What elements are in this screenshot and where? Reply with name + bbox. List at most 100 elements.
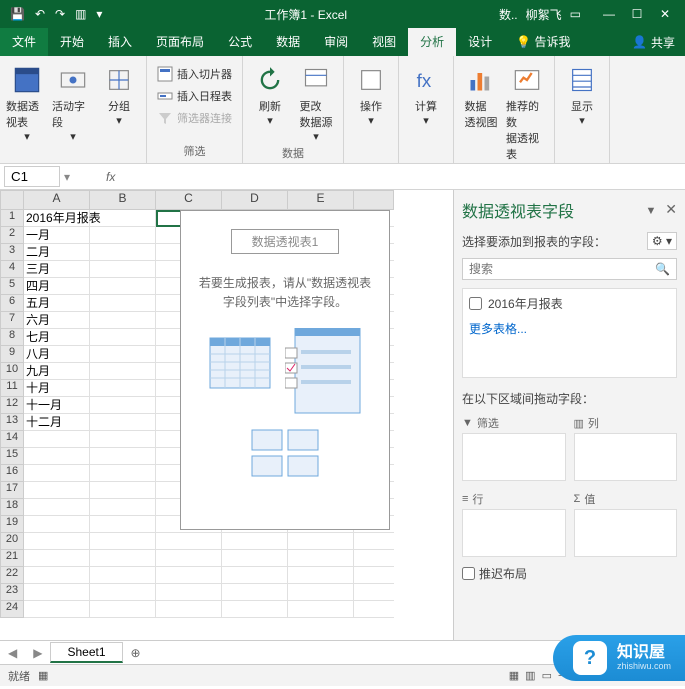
cell[interactable] [90,346,156,363]
maximize-button[interactable]: ☐ [625,7,649,21]
field-list[interactable]: 2016年月报表 更多表格... [462,288,677,378]
cell[interactable]: 八月 [24,346,90,363]
row-header[interactable]: 23 [0,584,24,601]
cell[interactable] [156,533,222,550]
rows-drop-area[interactable] [462,509,566,557]
pane-dropdown-icon[interactable]: ▼ [645,205,656,217]
cell[interactable] [90,533,156,550]
cell[interactable] [24,533,90,550]
cell[interactable] [24,499,90,516]
tab-nav-prev[interactable]: ◀ [0,646,25,660]
show-button[interactable]: 显示▾ [561,60,603,127]
row-header[interactable]: 18 [0,499,24,516]
row-header[interactable]: 7 [0,312,24,329]
cell[interactable]: 一月 [24,227,90,244]
row-header[interactable]: 10 [0,363,24,380]
tab-design[interactable]: 设计 [456,28,504,56]
cell[interactable]: 五月 [24,295,90,312]
cell[interactable] [156,550,222,567]
cell[interactable] [156,584,222,601]
insert-timeline-button[interactable]: 插入日程表 [153,86,236,106]
cell[interactable] [24,431,90,448]
redo-icon[interactable]: ↷ [55,7,65,21]
cell[interactable] [90,312,156,329]
minimize-button[interactable]: — [597,7,621,21]
insert-slicer-button[interactable]: 插入切片器 [153,64,236,84]
row-header[interactable]: 16 [0,465,24,482]
save-icon[interactable]: 💾 [10,7,25,21]
filter-connections-button[interactable]: 筛选器连接 [153,108,236,128]
search-icon[interactable]: 🔍 [655,262,670,276]
cell[interactable] [288,567,354,584]
field-checkbox[interactable] [469,297,482,310]
cell[interactable]: 三月 [24,261,90,278]
sheet-tab[interactable]: Sheet1 [50,642,122,663]
cell[interactable]: 七月 [24,329,90,346]
row-header[interactable]: 12 [0,397,24,414]
qat-more-icon[interactable]: ▾ [96,7,102,21]
row-header[interactable]: 6 [0,295,24,312]
row-header[interactable]: 20 [0,533,24,550]
cell[interactable] [90,431,156,448]
close-pane-button[interactable]: ✕ [665,201,677,217]
cell[interactable] [24,516,90,533]
recommended-pivot-button[interactable]: 推荐的数 据透视表 [506,60,548,162]
tab-insert[interactable]: 插入 [96,28,144,56]
cell[interactable] [90,550,156,567]
worksheet-grid[interactable]: A B C D E 12016年月报表2一月3二月4三月5四月6五月7六月8七月… [0,190,453,640]
field-item[interactable]: 2016年月报表 [469,295,670,312]
watermark-brand[interactable]: ? 知识屋 zhishiwu.com [553,635,685,681]
tab-review[interactable]: 审阅 [312,28,360,56]
tab-home[interactable]: 开始 [48,28,96,56]
cell[interactable]: 2016年月报表 [24,210,90,227]
view-layout-icon[interactable]: ▥ [525,669,535,682]
cell[interactable] [90,414,156,431]
cell[interactable] [222,533,288,550]
cell[interactable] [90,567,156,584]
tab-formula[interactable]: 公式 [216,28,264,56]
row-header[interactable]: 11 [0,380,24,397]
row-header[interactable]: 3 [0,244,24,261]
pivottable-button[interactable]: 数据透视表▾ [6,60,48,143]
tab-data[interactable]: 数据 [264,28,312,56]
cell[interactable]: 四月 [24,278,90,295]
active-field-button[interactable]: 活动字段▾ [52,60,94,143]
tab-view[interactable]: 视图 [360,28,408,56]
cell[interactable] [24,448,90,465]
cell[interactable] [24,465,90,482]
tab-nav-next[interactable]: ▶ [25,646,50,660]
tab-tellme[interactable]: 💡 告诉我 [504,28,582,56]
new-sheet-button[interactable]: ⊕ [123,646,149,660]
view-break-icon[interactable]: ▭ [542,669,552,682]
ribbon-options-icon[interactable]: ▭ [570,7,581,21]
row-header[interactable]: 1 [0,210,24,227]
row-header[interactable]: 15 [0,448,24,465]
cell[interactable]: 六月 [24,312,90,329]
cell[interactable] [288,584,354,601]
row-header[interactable]: 21 [0,550,24,567]
row-header[interactable]: 2 [0,227,24,244]
cell[interactable] [24,567,90,584]
cell[interactable]: 二月 [24,244,90,261]
cell[interactable] [90,465,156,482]
cell[interactable] [288,533,354,550]
cell[interactable] [90,278,156,295]
cell[interactable]: 十月 [24,380,90,397]
user-name[interactable]: 柳絮飞 [526,6,562,23]
cell[interactable] [90,448,156,465]
cell[interactable] [90,380,156,397]
columns-drop-area[interactable] [574,433,678,481]
cell[interactable] [222,550,288,567]
namebox-dropdown-icon[interactable]: ▾ [64,170,70,184]
values-drop-area[interactable] [574,509,678,557]
row-header[interactable]: 17 [0,482,24,499]
share-button[interactable]: 👤 共享 [622,34,685,51]
col-header[interactable]: C [156,190,222,210]
name-box[interactable] [4,166,60,187]
row-header[interactable]: 19 [0,516,24,533]
formula-input[interactable] [121,167,685,186]
tab-file[interactable]: 文件 [0,28,48,56]
cell[interactable] [90,244,156,261]
tab-analyze[interactable]: 分析 [408,28,456,56]
cell[interactable] [24,584,90,601]
